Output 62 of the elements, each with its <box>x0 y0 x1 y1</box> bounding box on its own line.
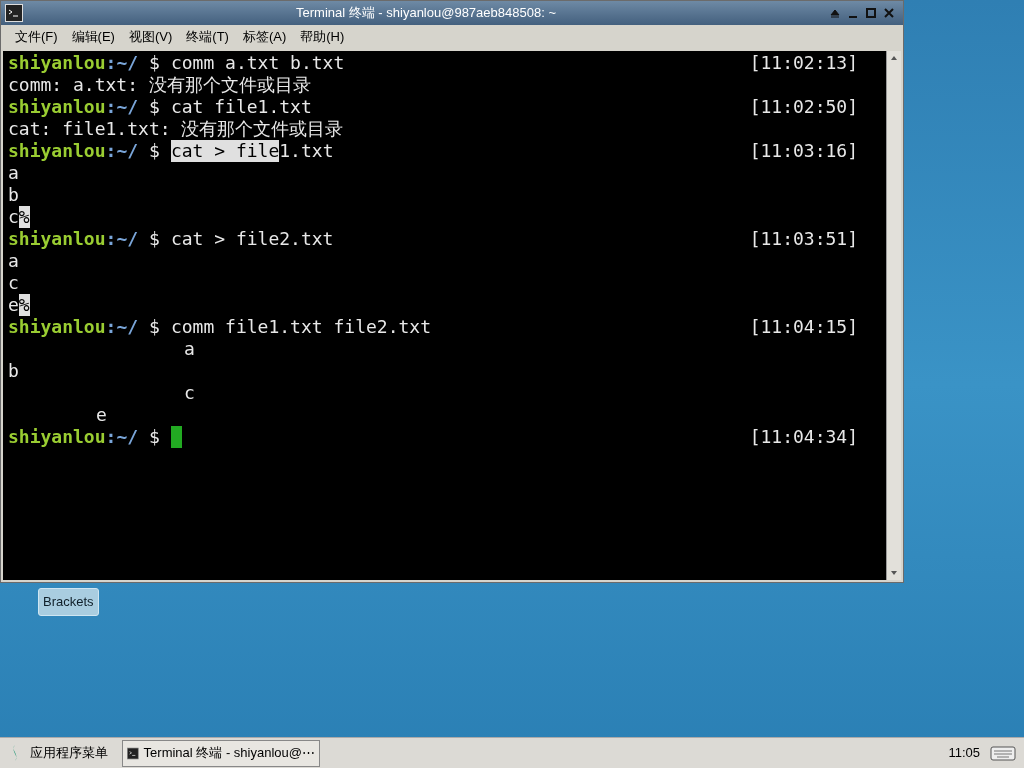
timestamp: [11:04:15] <box>749 316 858 338</box>
prompt-user: shiyanlou <box>8 96 106 118</box>
taskbar-button[interactable]: Terminal 终端 - shiyanlou@⋯ <box>122 739 320 767</box>
prompt-sign: $ <box>149 140 160 162</box>
prompt-sign: $ <box>149 52 160 74</box>
command-text: 1.txt <box>279 140 334 162</box>
maximize-icon[interactable] <box>865 7 877 19</box>
prompt-path: :~/ <box>105 96 139 118</box>
prompt-sign: $ <box>149 96 160 118</box>
menu-item[interactable]: 文件(F) <box>15 27 58 47</box>
output-text: a <box>8 162 19 184</box>
menu-item[interactable]: 编辑(E) <box>71 27 115 47</box>
menu-item[interactable]: 帮助(H) <box>300 27 345 47</box>
output-text: c <box>8 206 19 228</box>
command-text: comm file1.txt file2.txt <box>170 316 431 338</box>
terminal-icon <box>5 4 23 22</box>
output-text: a <box>8 250 19 272</box>
timestamp: [11:04:34] <box>749 426 858 448</box>
window-title: Terminal 终端 - shiyanlou@987aeb848508: ~ <box>296 4 556 23</box>
output-text: a <box>184 338 195 360</box>
clock: 11:05 <box>948 744 980 763</box>
output-text: cat: file1.txt: 没有那个文件或目录 <box>8 118 344 140</box>
output-text: % <box>18 206 30 228</box>
output-text: c <box>8 272 19 294</box>
command-text: cat > file <box>170 140 280 162</box>
output-text: c <box>184 382 195 404</box>
command-text: cat file1.txt <box>170 96 312 118</box>
prompt-sign: $ <box>149 316 160 338</box>
timestamp: [11:02:50] <box>749 96 858 118</box>
close-icon[interactable] <box>883 7 895 19</box>
timestamp: [11:03:16] <box>749 140 858 162</box>
timestamp: [11:02:13] <box>749 52 858 74</box>
output-text: b <box>8 360 19 382</box>
command-text: comm a.txt b.txt <box>170 52 345 74</box>
output-text: b <box>8 184 19 206</box>
output-text: e <box>96 404 107 426</box>
output-text: % <box>18 294 30 316</box>
prompt-user: shiyanlou <box>8 52 106 74</box>
prompt-path: :~/ <box>105 140 139 162</box>
output-text: e <box>8 294 19 316</box>
terminal-icon <box>127 745 139 761</box>
prompt-path: :~/ <box>105 52 139 74</box>
desktop-icon-label[interactable]: Brackets <box>38 588 99 616</box>
prompt-user: shiyanlou <box>8 140 106 162</box>
prompt-path: :~/ <box>105 316 139 338</box>
prompt-user: shiyanlou <box>8 426 106 448</box>
prompt-sign: $ <box>149 228 160 250</box>
menu-item[interactable]: 标签(A) <box>242 27 287 47</box>
timestamp: [11:03:51] <box>749 228 858 250</box>
menu-item[interactable]: 视图(V) <box>128 27 173 47</box>
shade-icon[interactable] <box>829 7 841 19</box>
prompt-user: shiyanlou <box>8 228 106 250</box>
start-menu-button[interactable]: 应用程序菜单 <box>8 743 112 763</box>
prompt-user: shiyanlou <box>8 316 106 338</box>
prompt-path: :~/ <box>105 426 139 448</box>
menu-item[interactable]: 终端(T) <box>186 27 229 47</box>
prompt-sign: $ <box>149 426 160 448</box>
command-text: cat > file2.txt <box>170 228 334 250</box>
scrollbar[interactable] <box>886 51 901 580</box>
keyboard-icon[interactable] <box>990 743 1016 763</box>
prompt-path: :~/ <box>105 228 139 250</box>
output-text: comm: a.txt: 没有那个文件或目录 <box>8 74 311 96</box>
